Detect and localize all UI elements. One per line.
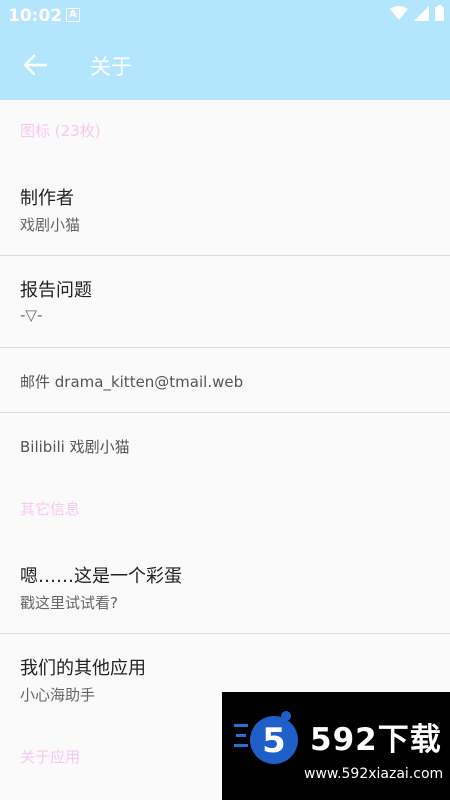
signal-icon bbox=[414, 5, 429, 21]
list-item-author[interactable]: 制作者 戏剧小猫 bbox=[0, 164, 450, 256]
watermark-url: www.592xiazai.com bbox=[304, 766, 444, 782]
wifi-icon bbox=[390, 5, 408, 20]
battery-icon bbox=[435, 5, 444, 21]
watermark-brand: 592下载 bbox=[310, 722, 442, 758]
site-watermark: 5 592下载 www.592xiazai.com bbox=[222, 692, 450, 800]
watermark-logo-digit: 5 bbox=[262, 721, 286, 761]
item-title: 邮件 drama_kitten@tmail.web bbox=[20, 373, 244, 391]
list-item-bilibili[interactable]: Bilibili 戏剧小猫 bbox=[0, 413, 450, 478]
item-title: 嗯……这是一个彩蛋 bbox=[20, 566, 182, 587]
app-bar: 10:02 A 关于 bbox=[0, 0, 450, 100]
notification-icon: A bbox=[66, 8, 80, 22]
section-header-other: 其它信息 bbox=[20, 500, 81, 518]
settings-list: 图标 (23枚) 制作者 戏剧小猫 报告问题 -▽- 邮件 drama_kitt… bbox=[0, 100, 450, 790]
status-time: 10:02 bbox=[8, 6, 63, 26]
list-item-report[interactable]: 报告问题 -▽- bbox=[0, 256, 450, 348]
item-title: 报告问题 bbox=[20, 280, 92, 301]
item-subtitle: -▽- bbox=[20, 306, 43, 324]
status-bar: 10:02 A bbox=[0, 0, 450, 32]
item-title: 制作者 bbox=[20, 188, 74, 209]
item-title: Bilibili 戏剧小猫 bbox=[20, 438, 130, 456]
watermark-logo-icon: 5 bbox=[234, 711, 298, 764]
item-title: 我们的其他应用 bbox=[20, 658, 146, 679]
item-subtitle: 戏剧小猫 bbox=[20, 216, 81, 234]
list-item-easter-egg[interactable]: 嗯……这是一个彩蛋 戳这里试试看? bbox=[0, 542, 450, 634]
toolbar: 关于 bbox=[0, 32, 450, 100]
item-subtitle: 戳这里试试看? bbox=[20, 594, 118, 612]
page-title: 关于 bbox=[90, 55, 132, 79]
list-item-email[interactable]: 邮件 drama_kitten@tmail.web bbox=[0, 348, 450, 413]
status-icons bbox=[390, 5, 444, 21]
section-header-icons: 图标 (23枚) bbox=[20, 122, 101, 140]
arrow-left-icon[interactable] bbox=[22, 52, 48, 78]
